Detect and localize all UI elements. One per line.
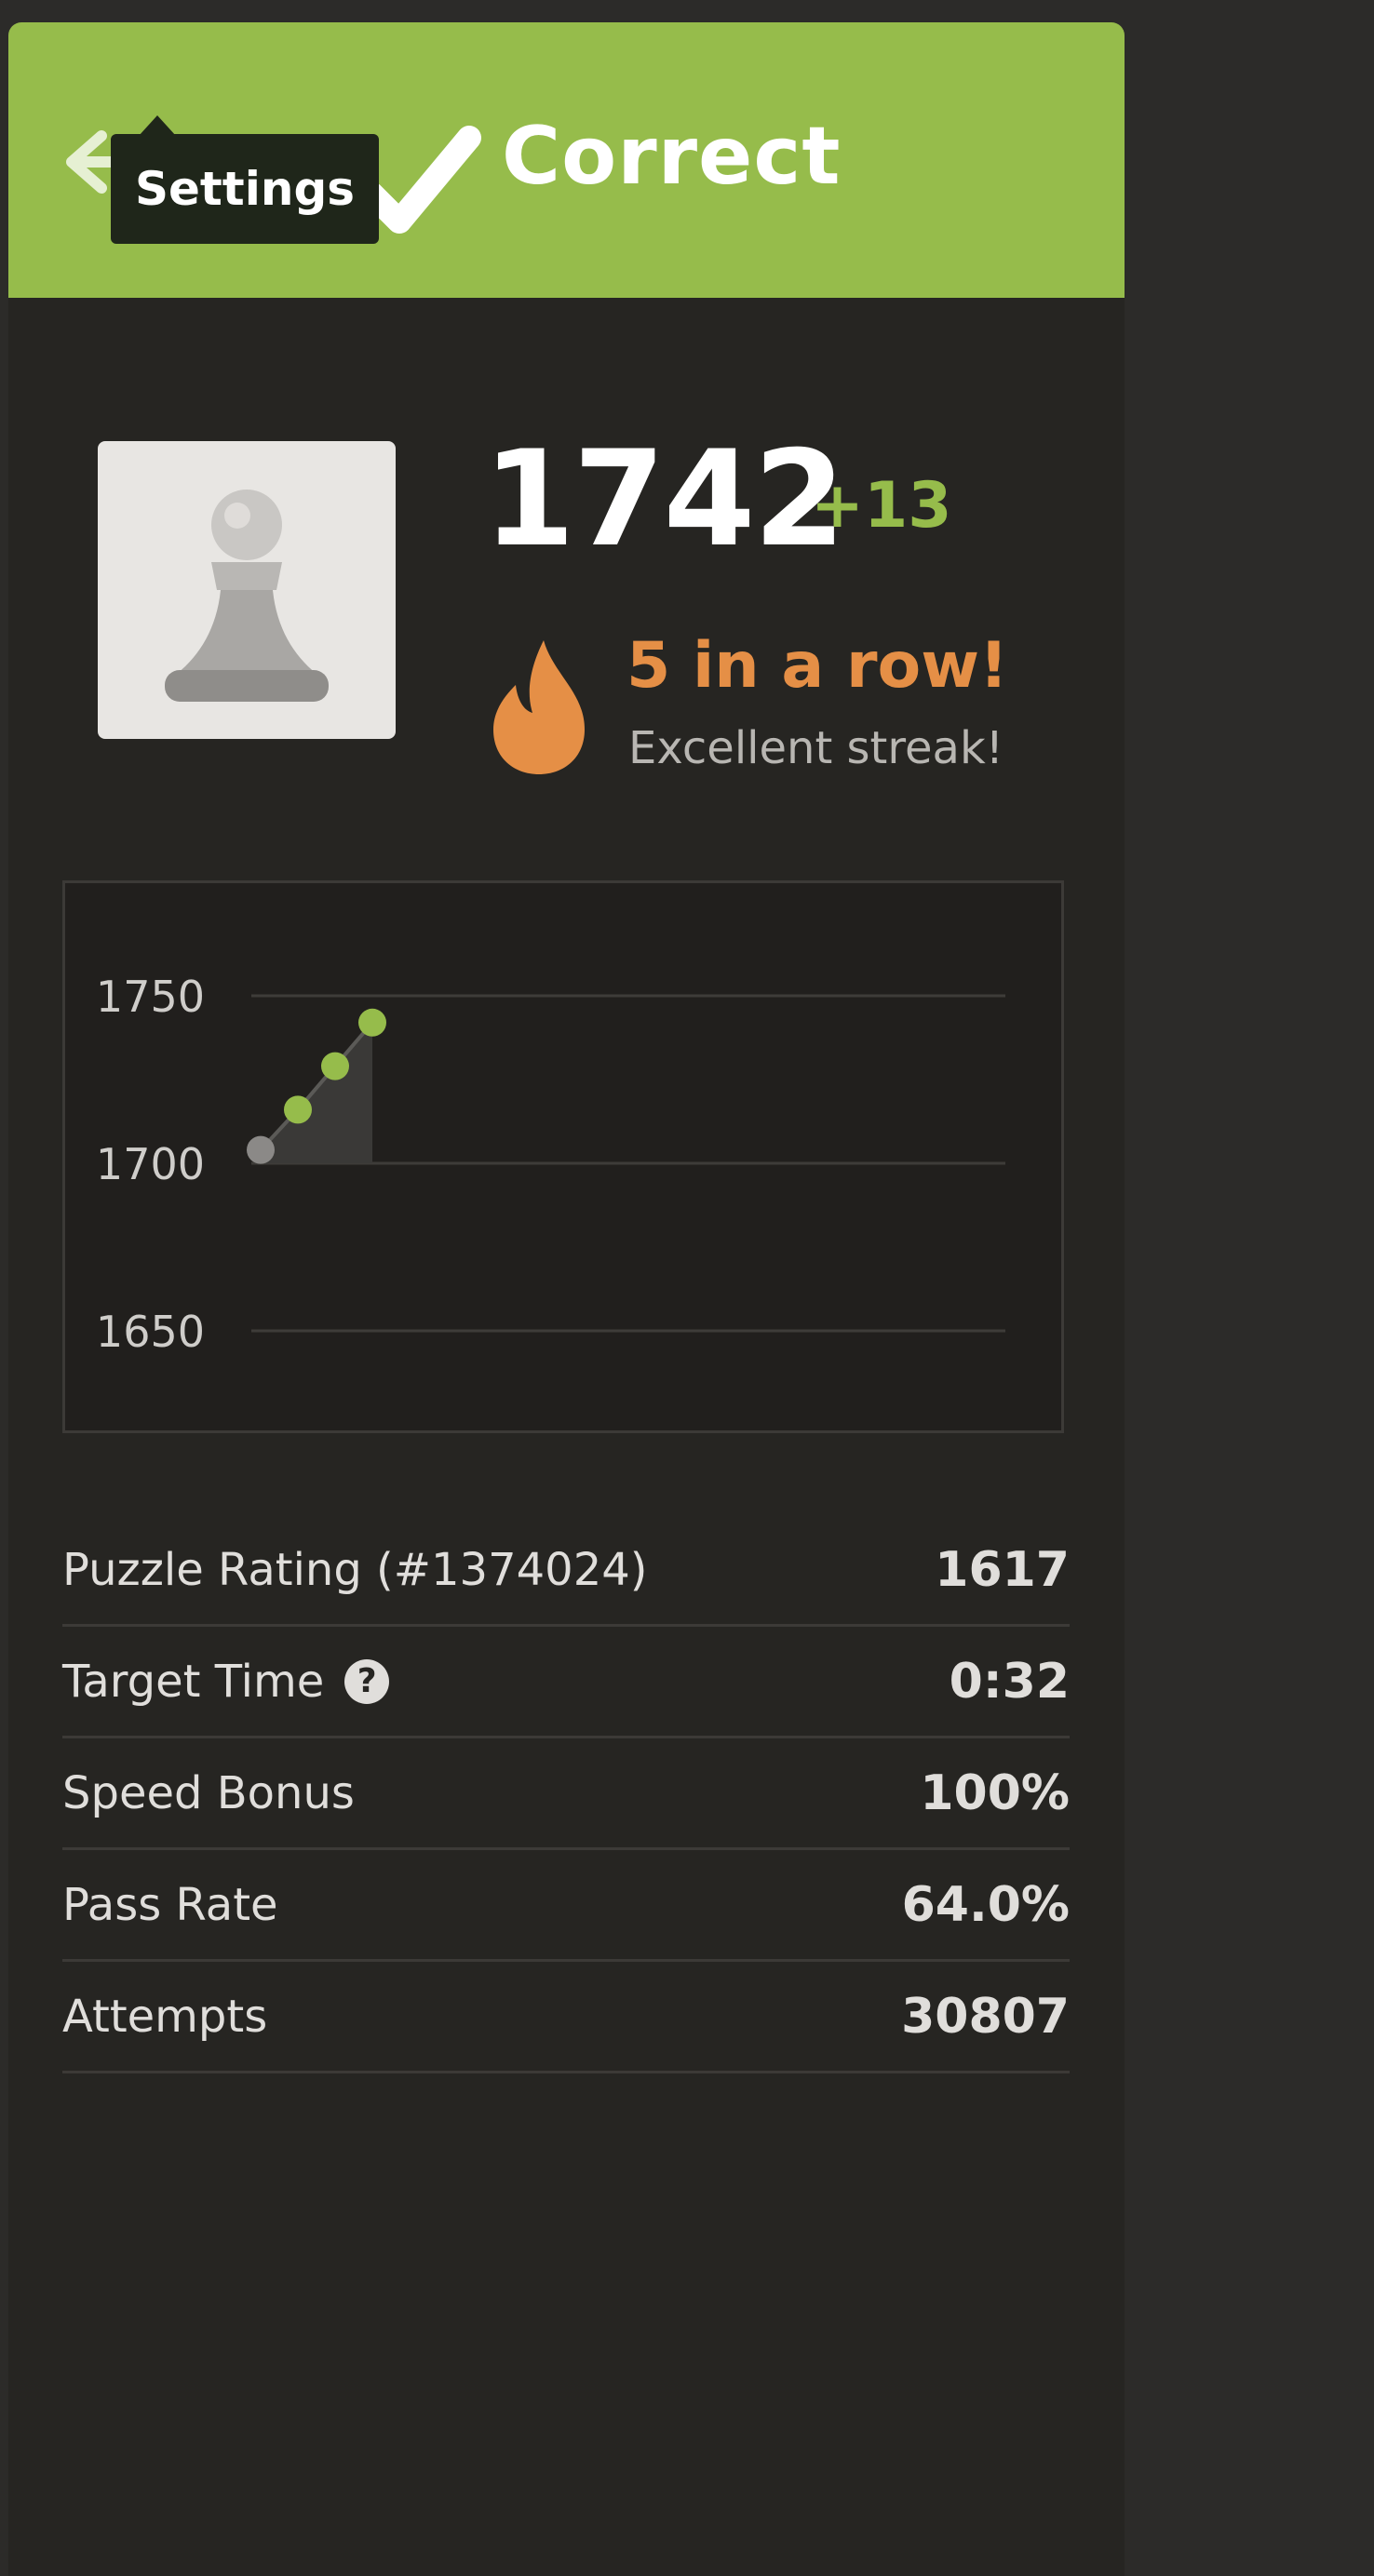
stat-row-pass-rate: Pass Rate 64.0% (62, 1850, 1070, 1962)
stat-value: 100% (920, 1764, 1070, 1821)
rating-value: 1742 (483, 423, 845, 576)
avatar (98, 441, 396, 739)
y-tick-label: 1750 (96, 972, 205, 1022)
data-point (284, 1095, 312, 1124)
flame-icon (493, 640, 585, 774)
stat-label: Attempts (62, 1990, 268, 2043)
stat-row-attempts: Attempts 30807 (62, 1962, 1070, 2073)
result-title: Correct (502, 110, 842, 203)
y-tick-label: 1700 (96, 1139, 205, 1189)
tooltip-arrow (139, 115, 176, 136)
result-header: Correct Settings (8, 22, 1125, 298)
stat-row-speed-bonus: Speed Bonus 100% (62, 1738, 1070, 1850)
stat-row-puzzle-rating: Puzzle Rating (#1374024) 1617 (62, 1515, 1070, 1627)
streak-subtitle: Excellent streak! (628, 722, 1004, 774)
data-point (358, 1008, 386, 1037)
rating-chart: 1750 1700 1650 (62, 880, 1064, 1433)
stat-label: Speed Bonus (62, 1766, 355, 1819)
stat-value: 64.0% (901, 1876, 1070, 1933)
help-icon[interactable]: ? (344, 1658, 390, 1704)
stat-row-target-time: Target Time? 0:32 (62, 1627, 1070, 1738)
rating-chart-svg: 1750 1700 1650 (96, 972, 1005, 1357)
stat-label: Pass Rate (62, 1878, 278, 1931)
rating-delta: +13 (811, 469, 952, 543)
stats-table: Puzzle Rating (#1374024) 1617 Target Tim… (62, 1515, 1070, 2073)
stat-value: 0:32 (949, 1653, 1070, 1710)
y-tick-label: 1650 (96, 1307, 205, 1357)
stat-label: Puzzle Rating (#1374024) (62, 1543, 648, 1596)
puzzle-result-panel: Correct Settings 1742 +13 5 in a row! Ex… (8, 22, 1125, 2576)
data-point (247, 1135, 275, 1164)
stat-value: 30807 (901, 1988, 1070, 2045)
pawn-icon (165, 490, 329, 702)
data-point (321, 1052, 349, 1080)
settings-tooltip: Settings (111, 134, 379, 244)
stat-label: Target Time? (62, 1656, 390, 1708)
stat-value: 1617 (935, 1541, 1070, 1598)
streak-title: 5 in a row! (626, 629, 1009, 703)
